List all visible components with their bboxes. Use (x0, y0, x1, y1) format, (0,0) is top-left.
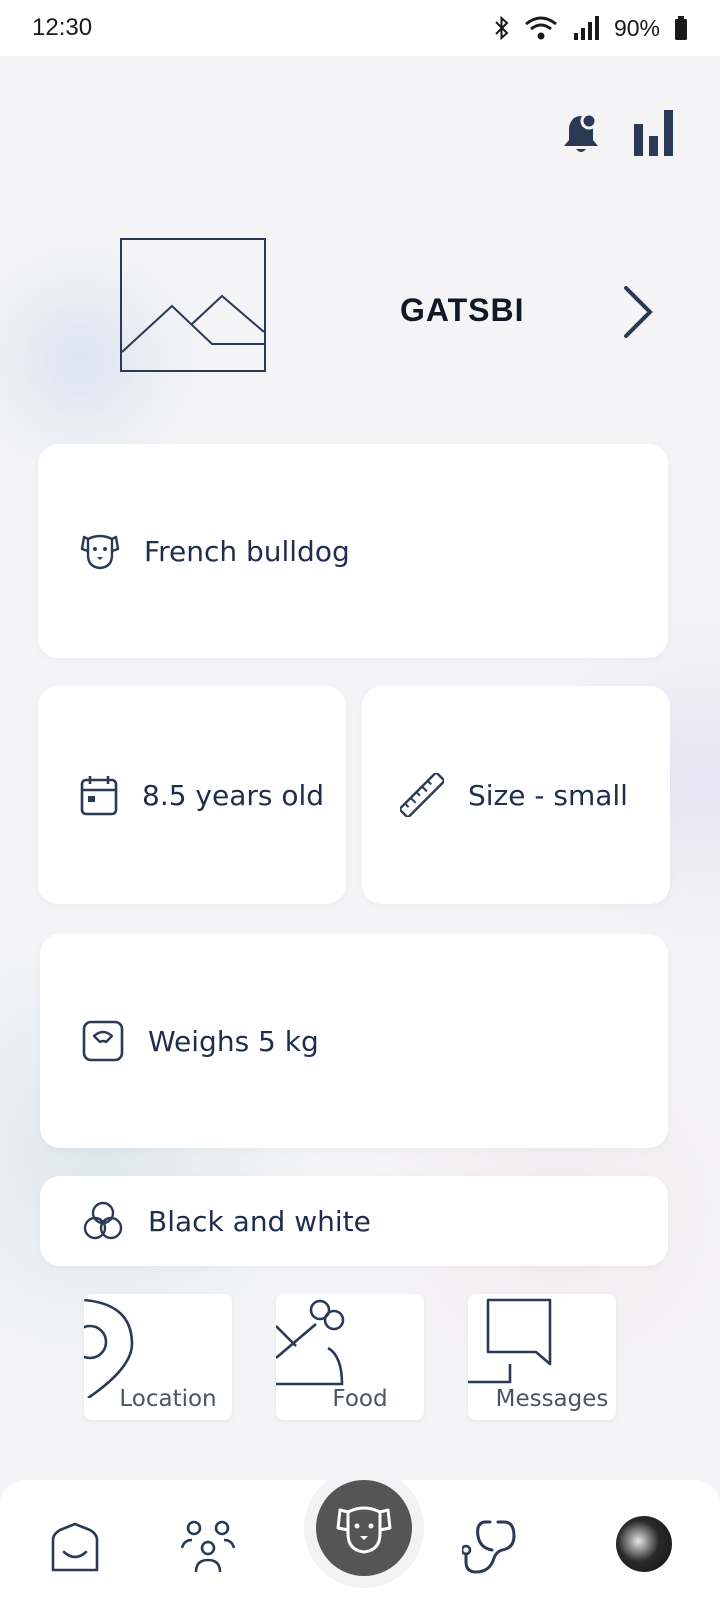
stats-chart-icon[interactable] (634, 110, 674, 156)
battery-icon (675, 16, 687, 40)
food-bowl-icon (276, 1299, 345, 1386)
pet-nav-button[interactable] (304, 1468, 424, 1588)
ruler-icon (400, 773, 444, 817)
image-placeholder-icon (121, 294, 265, 353)
messages-shortcut[interactable]: Messages (468, 1294, 616, 1420)
color-circles-icon (83, 1201, 123, 1240)
status-bar: 12:30 90% (0, 0, 720, 56)
breed-label: French bulldog (144, 534, 350, 568)
weight-label: Weighs 5 kg (148, 1024, 319, 1058)
status-time: 12:30 (32, 14, 93, 41)
battery-level: 90% (613, 14, 660, 41)
color-card[interactable]: Black and white (40, 1176, 668, 1266)
bluetooth-icon (495, 15, 509, 41)
notification-bell-icon[interactable] (562, 112, 600, 156)
size-label: Size - small (468, 778, 628, 812)
messages-label: Messages (495, 1386, 609, 1412)
calendar-icon (80, 776, 118, 816)
size-card[interactable]: Size - small (362, 686, 670, 904)
pet-name: GATSBI (400, 292, 525, 328)
profile-avatar[interactable] (616, 1516, 672, 1572)
community-icon[interactable] (180, 1518, 236, 1574)
signal-icon (573, 16, 599, 40)
location-shortcut[interactable]: Location (84, 1294, 232, 1420)
food-label: Food (332, 1386, 388, 1412)
breed-card[interactable]: French bulldog (38, 444, 668, 658)
status-icons: 90% (494, 15, 688, 42)
chat-bubble-icon (468, 1298, 552, 1384)
scale-icon (82, 1020, 124, 1062)
color-label: Black and white (148, 1204, 371, 1238)
pet-photo[interactable] (120, 238, 266, 372)
wifi-icon (525, 16, 557, 40)
bottom-nav (0, 1468, 720, 1600)
dog-face-icon (80, 534, 120, 570)
home-icon[interactable] (50, 1522, 100, 1572)
location-label: Location (119, 1386, 217, 1412)
header-actions (562, 110, 674, 156)
chevron-right-icon[interactable] (622, 284, 656, 340)
age-label: 8.5 years old (142, 778, 325, 812)
food-shortcut[interactable]: Food (276, 1294, 424, 1420)
pet-nav-active-bg (316, 1480, 412, 1576)
age-card[interactable]: 8.5 years old (38, 686, 346, 904)
location-pin-icon (84, 1298, 134, 1398)
weight-card[interactable]: Weighs 5 kg (40, 934, 668, 1148)
health-icon[interactable] (462, 1518, 518, 1574)
pet-icon (336, 1506, 392, 1554)
